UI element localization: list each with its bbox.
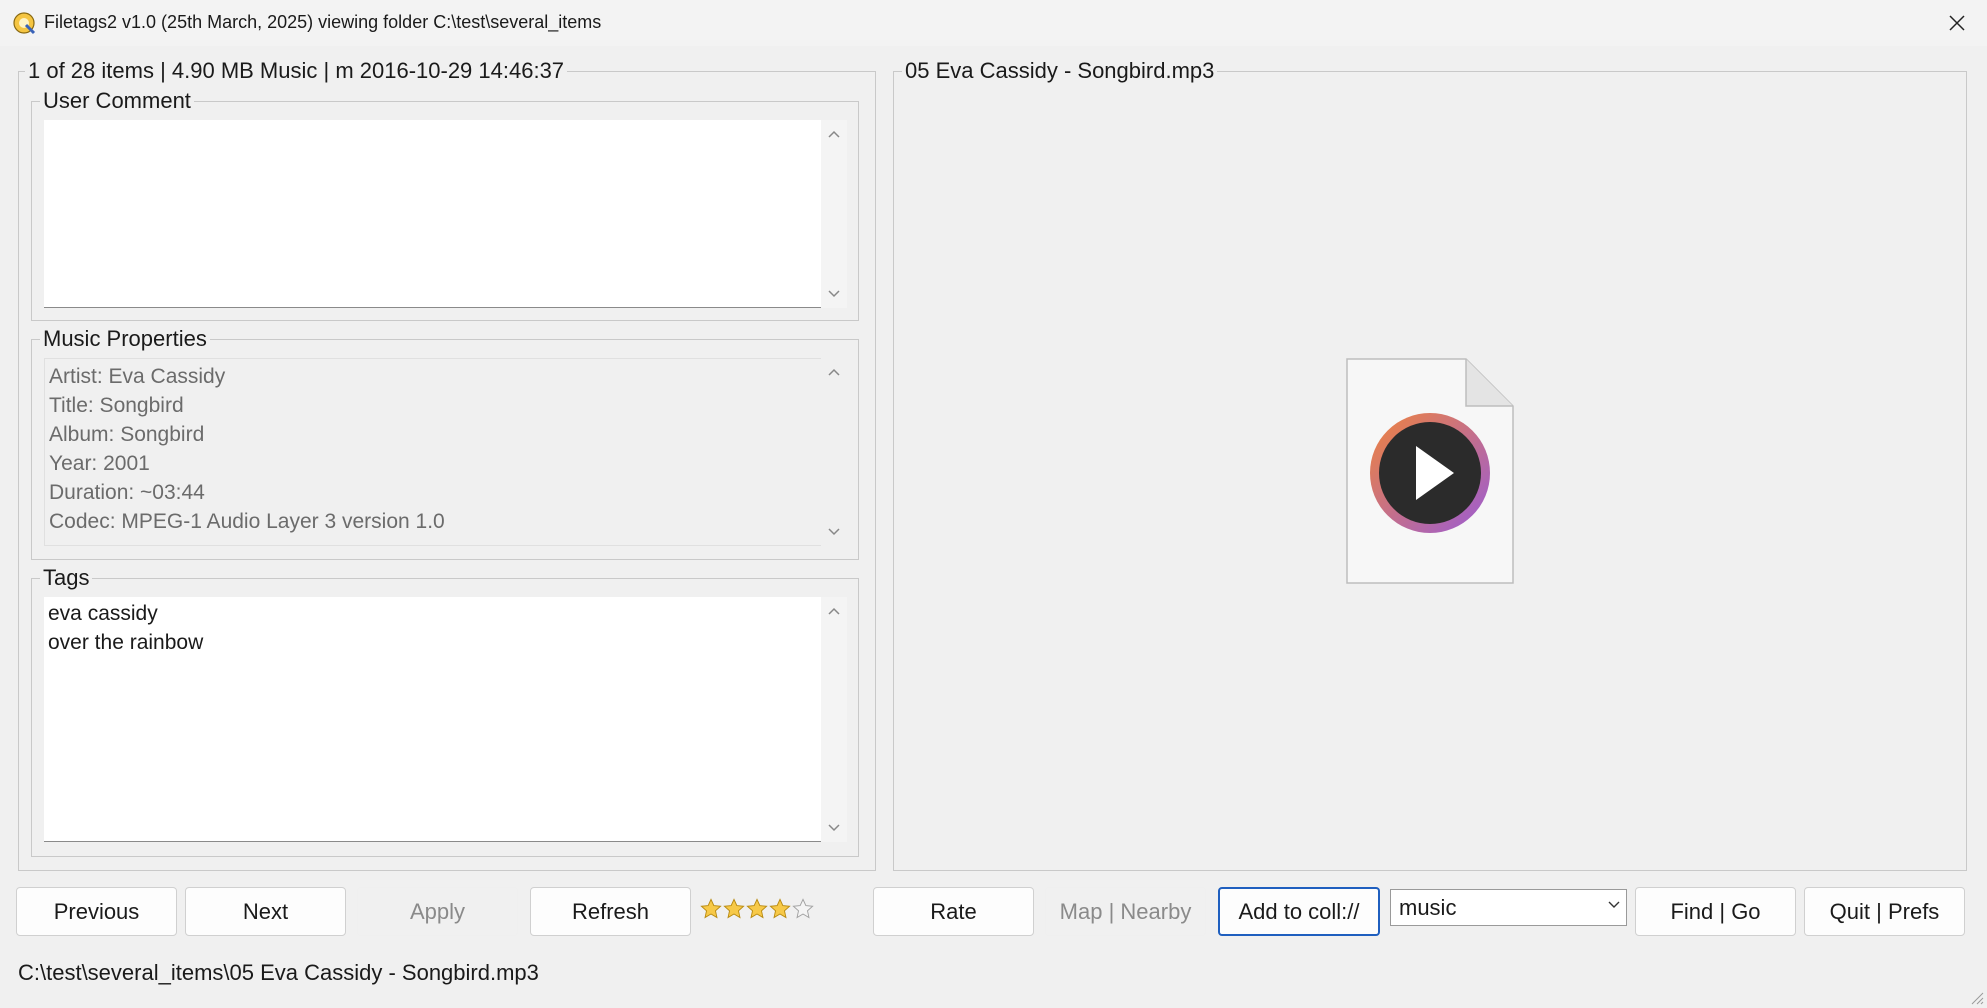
property-artist: Artist: Eva Cassidy <box>49 365 226 388</box>
scroll-up-icon[interactable] <box>821 601 847 621</box>
collection-select[interactable]: music <box>1390 889 1627 926</box>
tags-input[interactable]: eva cassidy over the rainbow <box>44 597 847 842</box>
star-filled-icon[interactable] <box>700 898 722 920</box>
add-to-collection-button[interactable]: Add to coll:// <box>1218 887 1380 936</box>
scroll-down-icon[interactable] <box>821 818 847 838</box>
user-comment-group: User Comment <box>31 88 859 321</box>
apply-button[interactable]: Apply <box>357 887 518 936</box>
user-comment-input[interactable] <box>44 120 847 308</box>
refresh-button[interactable]: Refresh <box>530 887 691 936</box>
tags-legend: Tags <box>40 565 93 591</box>
item-info-group: 1 of 28 items | 4.90 MB Music | m 2016-1… <box>18 58 876 871</box>
window-title: Filetags2 v1.0 (25th March, 2025) viewin… <box>44 12 602 32</box>
tags-group: Tags eva cassidy over the rainbow <box>31 565 859 857</box>
scroll-up-icon[interactable] <box>821 362 847 382</box>
scroll-down-icon[interactable] <box>821 284 847 304</box>
tag-line: eva cassidy <box>48 602 158 625</box>
chevron-down-icon[interactable] <box>1608 901 1620 909</box>
star-filled-icon[interactable] <box>723 898 745 920</box>
property-title: Title: Songbird <box>49 394 184 417</box>
previous-button[interactable]: Previous <box>16 887 177 936</box>
music-properties-scrollbar[interactable] <box>821 358 847 546</box>
rate-button[interactable]: Rate <box>873 887 1034 936</box>
star-empty-icon[interactable] <box>792 898 814 920</box>
music-properties-group: Music Properties Artist: Eva Cassidy Tit… <box>31 326 859 560</box>
audio-file-icon[interactable] <box>1346 358 1514 584</box>
tags-scrollbar[interactable] <box>821 597 847 842</box>
map-nearby-button[interactable]: Map | Nearby <box>1045 887 1206 936</box>
tag-line: over the rainbow <box>48 631 204 654</box>
star-filled-icon[interactable] <box>746 898 768 920</box>
app-icon <box>13 12 36 35</box>
music-properties-text[interactable]: Artist: Eva Cassidy Title: Songbird Albu… <box>44 358 847 546</box>
property-codec: Codec: MPEG-1 Audio Layer 3 version 1.0 <box>49 510 445 533</box>
find-go-button[interactable]: Find | Go <box>1635 887 1796 936</box>
music-properties-legend: Music Properties <box>40 326 210 352</box>
preview-legend: 05 Eva Cassidy - Songbird.mp3 <box>902 58 1218 84</box>
scroll-down-icon[interactable] <box>821 522 847 542</box>
next-button[interactable]: Next <box>185 887 346 936</box>
property-year: Year: 2001 <box>49 452 150 475</box>
property-duration: Duration: ~03:44 <box>49 481 205 504</box>
quit-prefs-button[interactable]: Quit | Prefs <box>1804 887 1965 936</box>
star-filled-icon[interactable] <box>769 898 791 920</box>
close-button[interactable] <box>1927 0 1987 46</box>
scroll-up-icon[interactable] <box>821 124 847 144</box>
close-icon <box>1949 15 1965 31</box>
title-bar: Filetags2 v1.0 (25th March, 2025) viewin… <box>0 0 1987 46</box>
status-file-path: C:\test\several_items\05 Eva Cassidy - S… <box>18 960 539 985</box>
resize-grip-icon[interactable] <box>1970 991 1984 1005</box>
user-comment-scrollbar[interactable] <box>821 120 847 308</box>
item-info-legend: 1 of 28 items | 4.90 MB Music | m 2016-1… <box>25 58 568 84</box>
user-comment-legend: User Comment <box>40 88 194 114</box>
collection-select-value: music <box>1399 895 1457 920</box>
property-album: Album: Songbird <box>49 423 205 446</box>
rating-stars[interactable] <box>700 898 814 924</box>
